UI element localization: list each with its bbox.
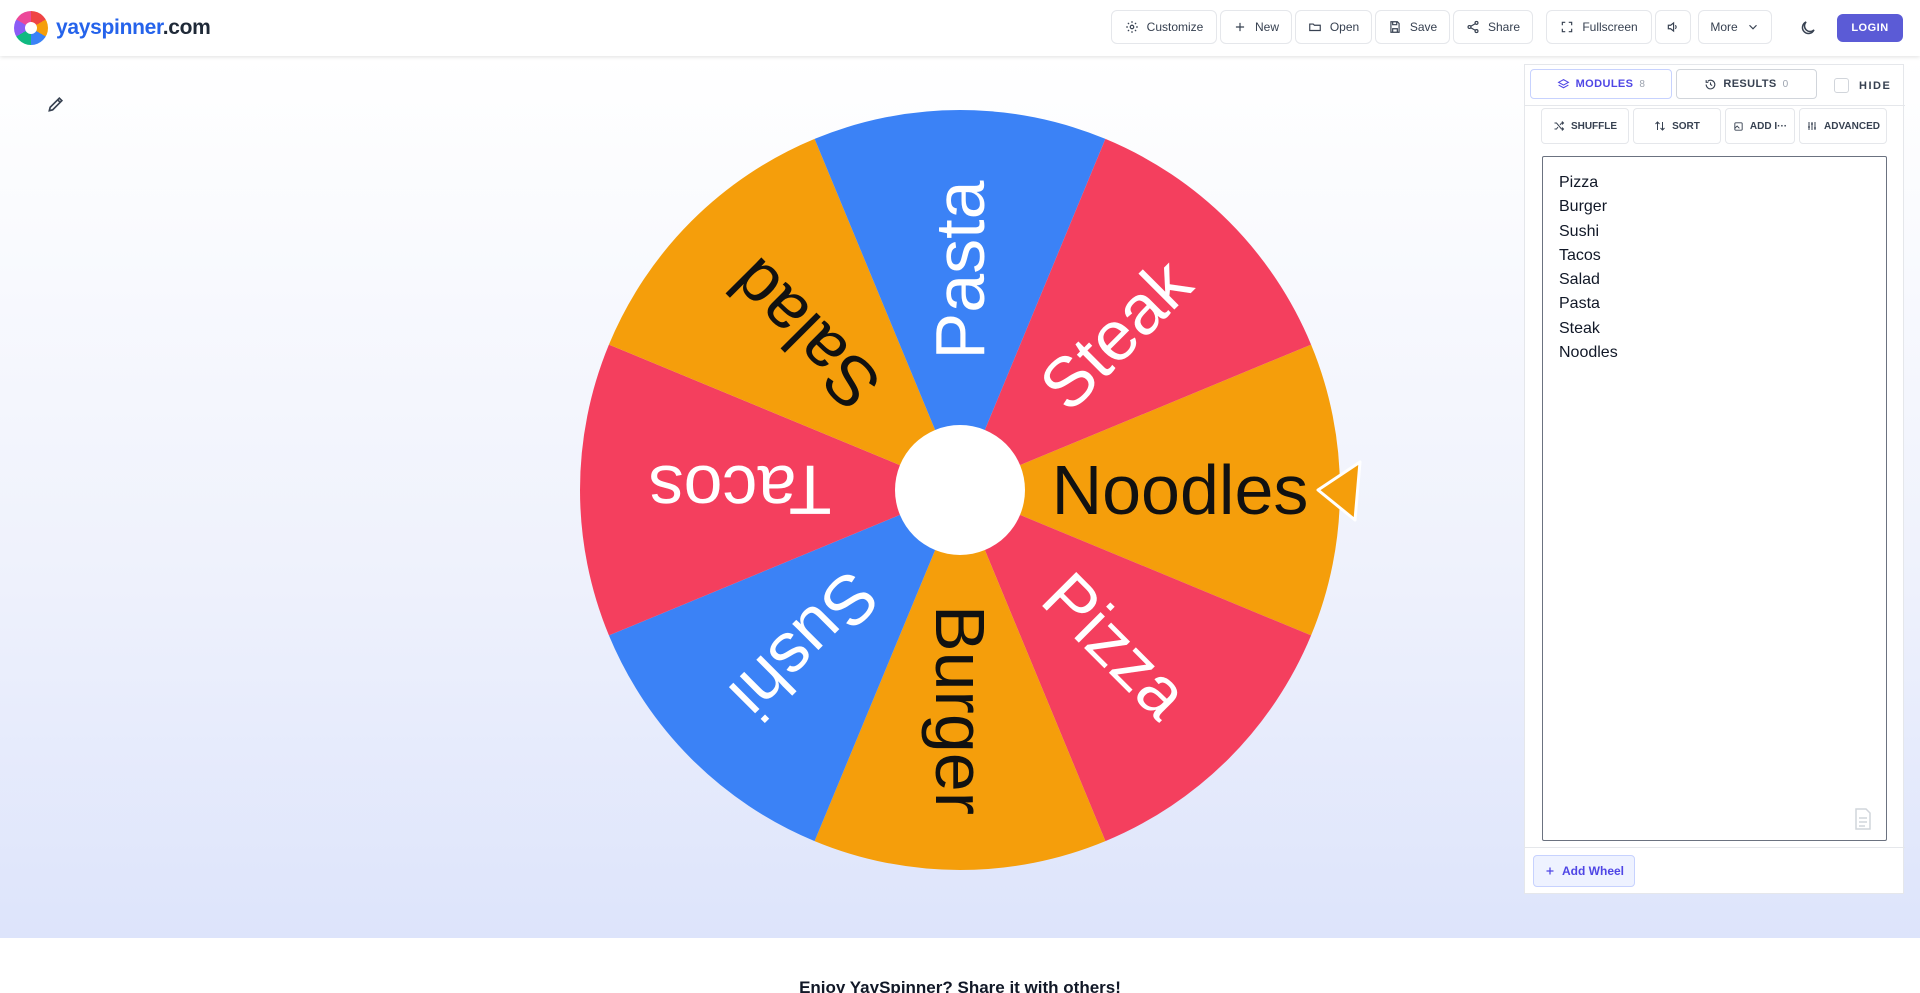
share-note: Enjoy YaySpinner? Share it with others!	[799, 978, 1121, 993]
dark-mode-toggle[interactable]	[1797, 17, 1819, 39]
history-icon	[1705, 79, 1716, 89]
wheel-label-noodles: Noodles	[1052, 451, 1309, 529]
pencil-icon[interactable]	[46, 94, 66, 114]
side-panel: MODULES 8 RESULTS 0 HIDE SHUFFLE SORT AD…	[1524, 64, 1905, 894]
gear-icon	[1125, 21, 1138, 33]
customize-button[interactable]: Customize	[1111, 10, 1217, 44]
fullscreen-button[interactable]: Fullscreen	[1546, 10, 1652, 44]
top-bar: yayspinner.com Customize New Open Save S…	[0, 0, 1920, 56]
document-icon[interactable]	[1854, 808, 1872, 830]
shuffle-icon	[1554, 121, 1565, 131]
panel-tabs: MODULES 8 RESULTS 0 HIDE	[1525, 65, 1905, 106]
hide-checkbox[interactable]	[1834, 78, 1849, 93]
new-button[interactable]: New	[1220, 10, 1292, 44]
floppy-disk-icon	[1390, 21, 1400, 33]
sound-toggle-button[interactable]	[1655, 10, 1691, 44]
add-image-button[interactable]: ADD I···	[1725, 108, 1795, 144]
panel-divider	[1525, 847, 1905, 848]
speaker-icon	[1667, 21, 1677, 33]
more-menu-button[interactable]: More	[1698, 10, 1772, 44]
entry-line: Salad	[1559, 271, 1600, 289]
entry-line: Tacos	[1559, 246, 1601, 264]
wheel-hub[interactable]	[895, 425, 1025, 555]
entry-line: Noodles	[1559, 344, 1618, 362]
entry-line: Pasta	[1559, 295, 1600, 313]
layers-icon	[1557, 78, 1570, 88]
wheel-graphic[interactable]: NoodlesPizzaBurgerSushiTacosSalad Pasta St…	[575, 105, 1362, 875]
tab-modules[interactable]: MODULES 8	[1530, 69, 1672, 99]
sort-button[interactable]: SORT	[1633, 108, 1721, 144]
hide-toggle: HIDE	[1834, 78, 1891, 93]
image-icon	[1734, 121, 1743, 131]
spinner-logo-icon	[14, 11, 48, 45]
plus-icon	[1546, 867, 1554, 875]
add-wheel-button[interactable]: Add Wheel	[1533, 855, 1635, 887]
sliders-icon	[1808, 122, 1817, 130]
share-icon	[1467, 20, 1479, 34]
wheel-label-pasta: Pasta	[921, 180, 999, 359]
share-button[interactable]: Share	[1453, 10, 1533, 44]
entry-line: Pizza	[1559, 174, 1599, 191]
entry-line: Steak	[1559, 319, 1600, 337]
fullscreen-icon	[1562, 21, 1573, 33]
chevron-down-icon	[1748, 24, 1757, 30]
entry-line: Burger	[1559, 198, 1608, 216]
entries-textarea[interactable]: Pizza Burger Sushi Tacos Salad Pasta Ste…	[1542, 156, 1887, 841]
sort-icon	[1655, 121, 1665, 131]
spinner-wheel[interactable]: Noodles Pizza Burger Sushi Tacos Salad Pasta St…	[575, 105, 1362, 875]
brand-logo-link[interactable]: yayspinner.com	[14, 11, 211, 45]
login-button[interactable]: LOGIN	[1837, 14, 1903, 42]
moon-icon	[1801, 21, 1815, 35]
wheel-label-burger: Burger	[921, 605, 999, 815]
save-button[interactable]: Save	[1375, 10, 1450, 44]
folder-open-icon	[1308, 23, 1321, 32]
plus-icon	[1235, 22, 1245, 32]
brand-name: yayspinner.com	[56, 16, 211, 39]
wheel-label-tacos: Tacos	[649, 451, 832, 529]
entry-line: Sushi	[1559, 222, 1600, 240]
shuffle-button[interactable]: SHUFFLE	[1541, 108, 1629, 144]
open-button[interactable]: Open	[1295, 10, 1372, 44]
tab-results[interactable]: RESULTS 0	[1676, 69, 1817, 99]
advanced-button[interactable]: ADVANCED	[1799, 108, 1887, 144]
